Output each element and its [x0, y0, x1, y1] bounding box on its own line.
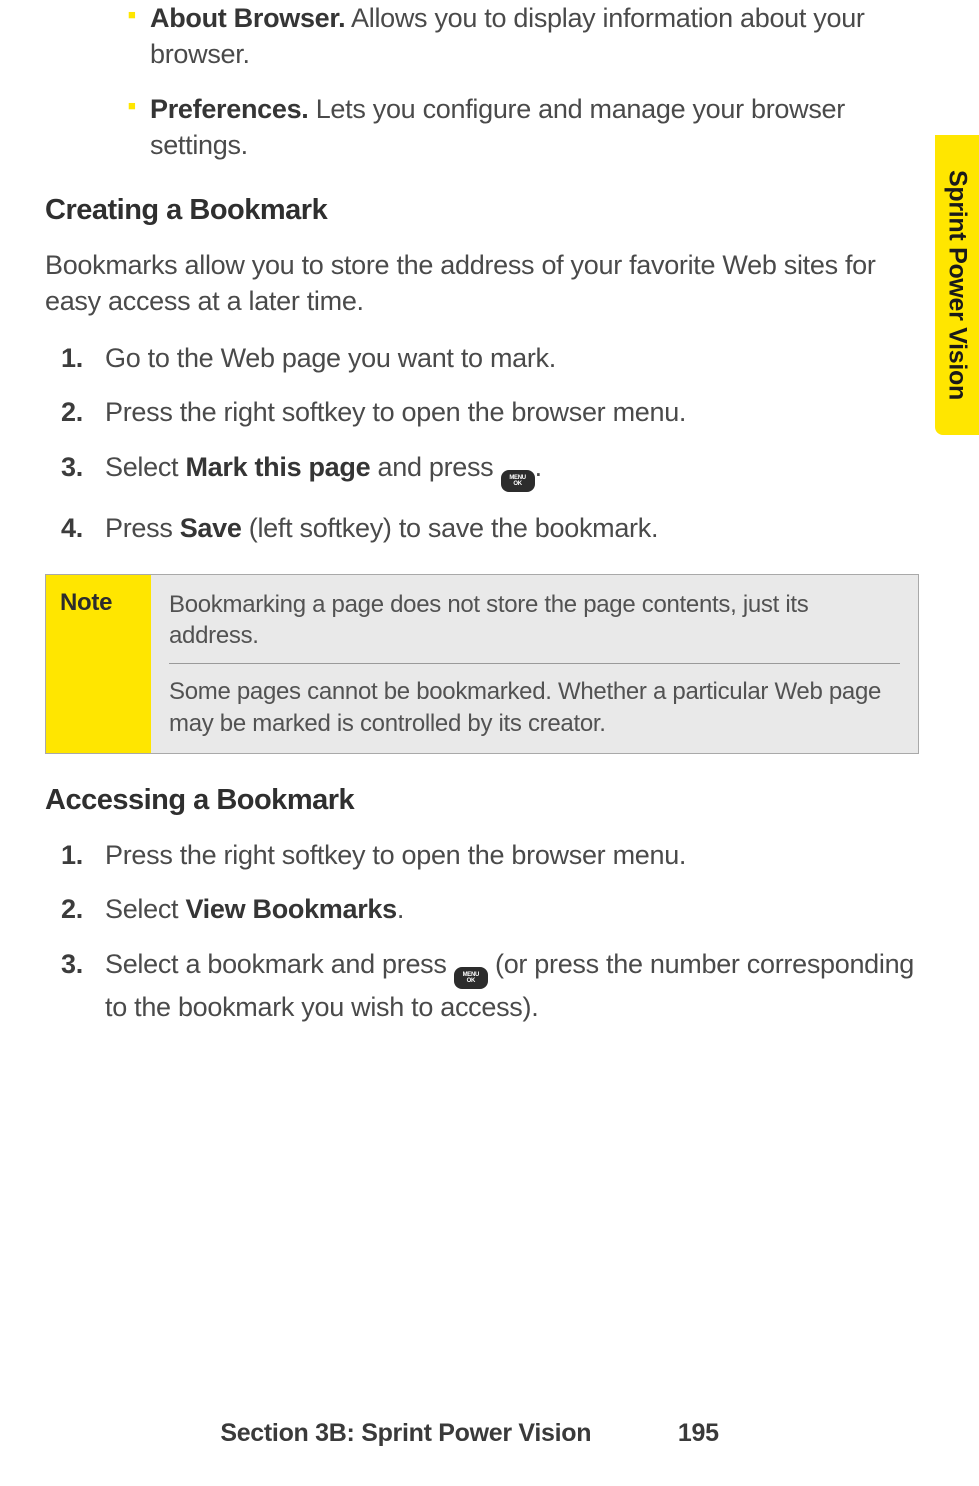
step-text: Select — [105, 452, 185, 482]
intro-bullet-list: About Browser. Allows you to display inf… — [45, 0, 919, 164]
note-box: Note Bookmarking a page does not store t… — [45, 574, 919, 754]
step-text: Press — [105, 513, 180, 543]
page-number: 195 — [678, 1419, 719, 1448]
heading-accessing-bookmark: Accessing a Bookmark — [45, 784, 919, 817]
step-item: Select View Bookmarks. — [45, 891, 919, 927]
steps-list-accessing: Press the right softkey to open the brow… — [45, 837, 919, 1025]
note-paragraph: Bookmarking a page does not store the pa… — [169, 589, 900, 651]
steps-list-creating: Go to the Web page you want to mark. Pre… — [45, 340, 919, 546]
side-tab-label: Sprint Power Vision — [943, 170, 972, 400]
heading-creating-bookmark: Creating a Bookmark — [45, 194, 919, 227]
bullet-term: Preferences. — [150, 94, 309, 124]
page-footer: Section 3B: Sprint Power Vision 195 — [0, 1419, 979, 1448]
note-label: Note — [46, 575, 151, 753]
menu-ok-key-icon: MENUOK — [501, 470, 535, 492]
side-tab: Sprint Power Vision — [935, 135, 979, 435]
step-bold: Save — [180, 513, 242, 543]
step-text: Press the right softkey to open the brow… — [105, 840, 686, 870]
step-item: Press Save (left softkey) to save the bo… — [45, 510, 919, 546]
list-item: Preferences. Lets you configure and mana… — [45, 91, 919, 164]
step-text: . — [397, 894, 404, 924]
step-text: and press — [370, 452, 500, 482]
step-item: Press the right softkey to open the brow… — [45, 394, 919, 430]
step-text: . — [535, 452, 542, 482]
step-bold: View Bookmarks — [185, 894, 396, 924]
step-item: Go to the Web page you want to mark. — [45, 340, 919, 376]
section-intro: Bookmarks allow you to store the address… — [45, 247, 919, 320]
step-text: Select — [105, 894, 185, 924]
note-divider — [169, 663, 900, 664]
note-body: Bookmarking a page does not store the pa… — [151, 575, 918, 753]
footer-section: Section 3B: Sprint Power Vision — [220, 1419, 591, 1447]
step-bold: Mark this page — [185, 452, 370, 482]
list-item: About Browser. Allows you to display inf… — [45, 0, 919, 73]
step-item: Select Mark this page and press MENUOK. — [45, 449, 919, 492]
menu-ok-key-icon: MENUOK — [454, 967, 488, 989]
note-paragraph: Some pages cannot be bookmarked. Whether… — [169, 676, 900, 738]
step-text: (left softkey) to save the bookmark. — [242, 513, 659, 543]
step-item: Select a bookmark and press MENUOK (or p… — [45, 946, 919, 1025]
bullet-term: About Browser. — [150, 3, 345, 33]
step-text: Go to the Web page you want to mark. — [105, 343, 556, 373]
page-content: About Browser. Allows you to display inf… — [0, 0, 979, 1025]
step-text: Select a bookmark and press — [105, 949, 454, 979]
step-text: Press the right softkey to open the brow… — [105, 397, 686, 427]
step-item: Press the right softkey to open the brow… — [45, 837, 919, 873]
